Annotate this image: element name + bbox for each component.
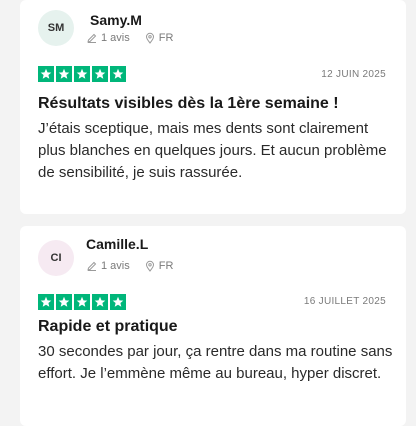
review-title[interactable]: Résultats visibles dès la 1ère semaine ! [38,95,339,113]
star-icon [38,66,54,82]
star-rating [38,66,126,82]
avatar: SM [38,10,74,46]
review-count: 1 avis [101,260,130,272]
reviewer-meta: 1 avis FR [86,32,173,44]
review-count: 1 avis [101,32,130,44]
star-icon [74,66,90,82]
star-rating [38,294,126,310]
review-text: J’étais sceptique, mais mes dents sont c… [38,120,387,181]
location-pin-icon [144,260,156,272]
reviewer-meta: 1 avis FR [86,260,173,272]
star-icon [92,66,108,82]
review-date: 16 JUILLET 2025 [303,296,386,307]
star-icon [110,294,126,310]
star-icon [56,294,72,310]
star-icon [110,66,126,82]
star-icon [74,294,90,310]
star-icon [56,66,72,82]
country: FR [158,32,174,44]
country: FR [158,260,174,272]
avatar: CI [38,240,74,276]
star-icon [92,294,108,310]
review-card: SM Samy.M 1 avis FR 12 JUIN 2025 Résulta… [20,0,406,214]
location-pin-icon [144,32,156,44]
review-text: 30 secondes par jour, ça rentre dans ma … [38,343,393,382]
reviewer-name[interactable]: Samy.M [90,12,142,28]
review-card: CI Camille.L 1 avis FR 16 JUILLET 2025 R… [20,226,406,426]
reviewer-name[interactable]: Camille.L [86,236,148,252]
pencil-icon [86,32,98,44]
review-date: 12 JUIN 2025 [321,69,386,80]
review-title[interactable]: Rapide et pratique [38,318,178,336]
pencil-icon [86,260,98,272]
star-icon [38,294,54,310]
